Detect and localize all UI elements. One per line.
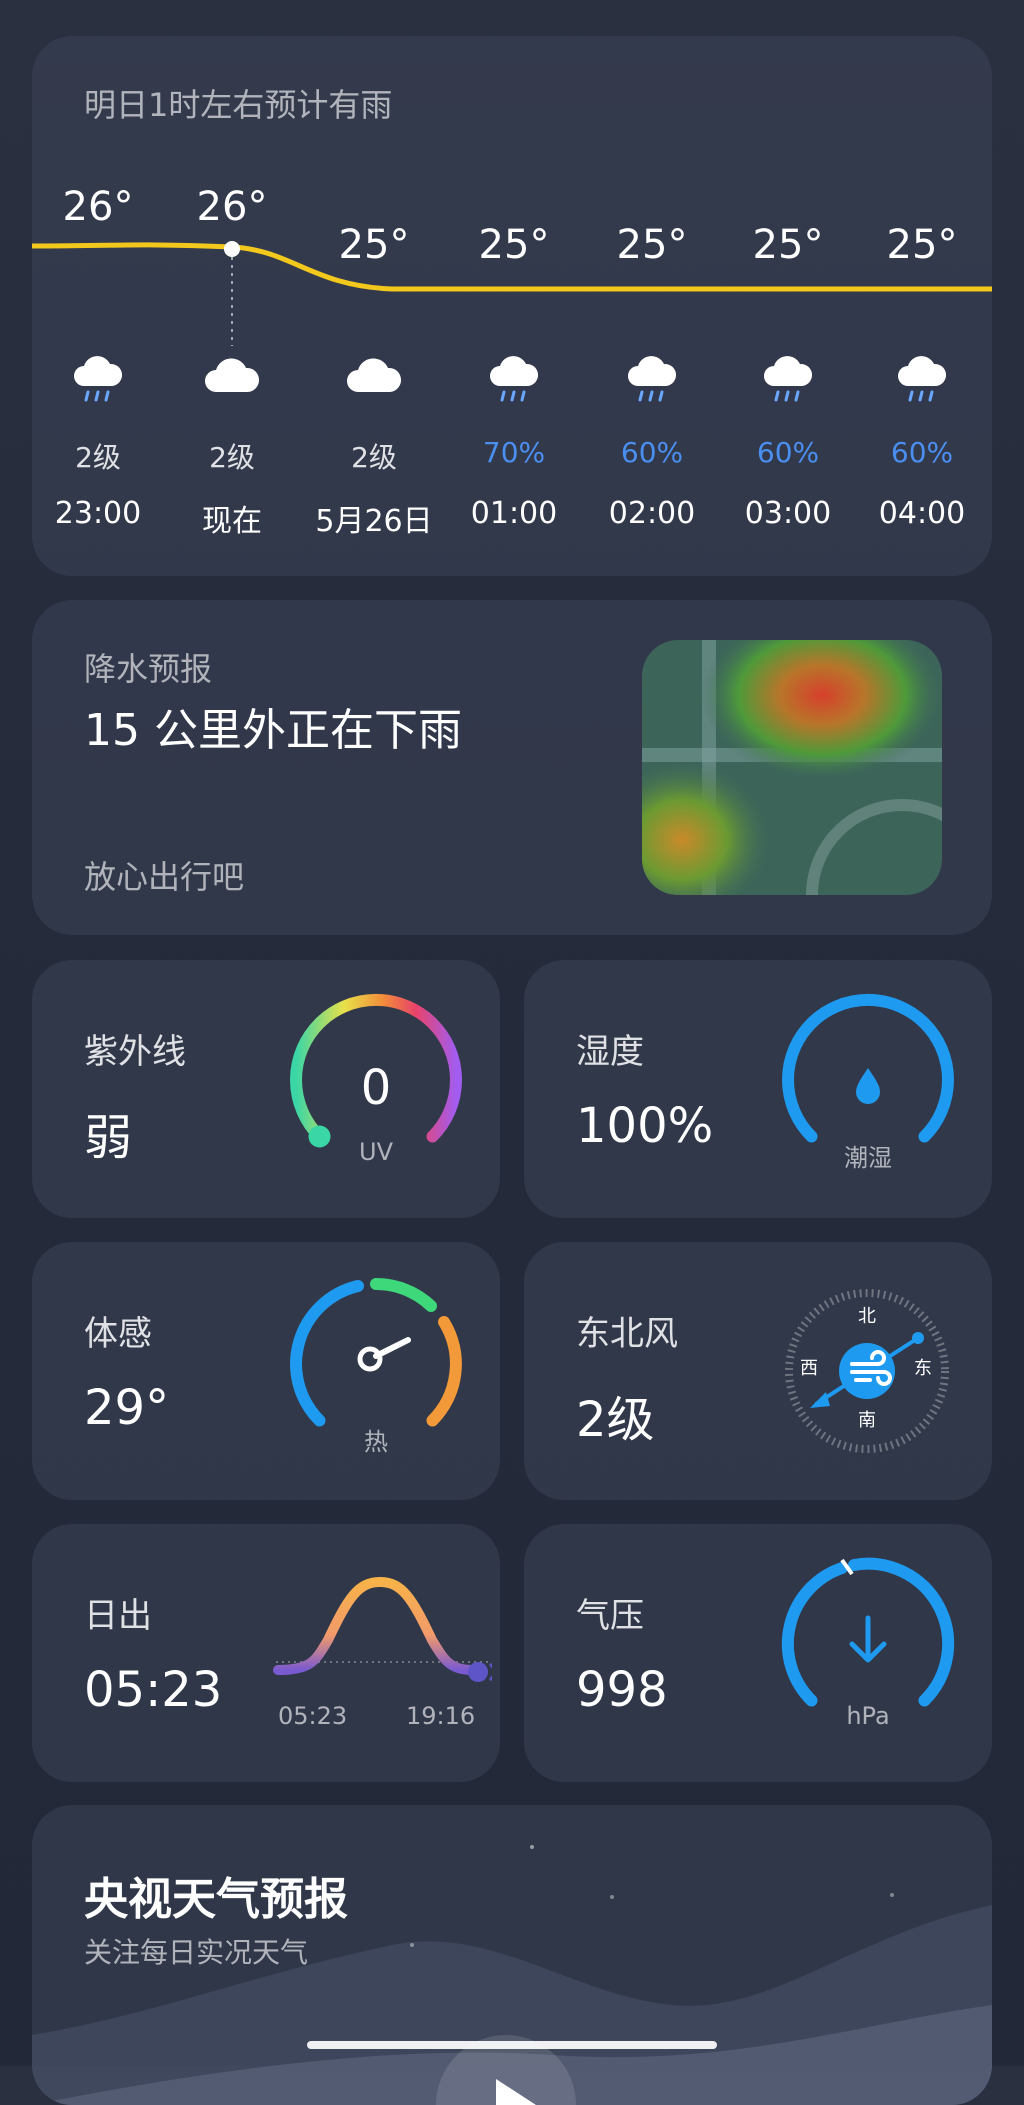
- uv-label: 紫外线: [84, 1032, 186, 1072]
- precip-headline: 15 公里外正在下雨: [84, 705, 462, 756]
- arrow-down-icon: [849, 1615, 887, 1663]
- precip-title: 降水预报: [84, 650, 213, 688]
- wind-level-value: 2级: [576, 1392, 655, 1448]
- rain-probability: 60%: [756, 436, 820, 469]
- hourly-forecast-card[interactable]: 明日1时左右预计有雨 26° 2级 23:00 26° 2级 现在 25° 2级 5月26日 25…: [32, 36, 992, 576]
- cctv-title: 央视天气预报: [84, 1874, 348, 1925]
- wind-level: 2级: [351, 441, 397, 474]
- wind-direction-label: 东北风: [576, 1314, 678, 1354]
- pressure-value: 998: [576, 1662, 668, 1718]
- radar-map-thumbnail[interactable]: [642, 640, 942, 895]
- rain-probability: 60%: [890, 436, 954, 469]
- hour-time: 02:00: [608, 496, 696, 531]
- water-drop-icon: [856, 1068, 880, 1104]
- hour-temperature: 25°: [616, 222, 688, 268]
- sunrise-value: 05:23: [84, 1662, 223, 1718]
- cloud-icon: [304, 352, 444, 408]
- uv-card[interactable]: 紫外线 弱 0 UV: [32, 960, 500, 1218]
- hour-time: 23:00: [54, 496, 142, 531]
- feels-like-desc: 热: [364, 1428, 388, 1456]
- feels-like-label: 体感: [84, 1314, 152, 1354]
- rain-probability: 70%: [482, 436, 546, 469]
- hour-temperature: 25°: [338, 222, 410, 268]
- rain-probability: 60%: [620, 436, 684, 469]
- pressure-label: 气压: [576, 1596, 644, 1636]
- humidity-card[interactable]: 湿度 100% 潮湿: [524, 960, 992, 1218]
- hour-temperature: 26°: [62, 184, 134, 230]
- hour-time: 01:00: [470, 496, 558, 531]
- hour-temperature: 25°: [886, 222, 958, 268]
- sunrise-card[interactable]: 日出 05:23 05:23 19:16: [32, 1524, 500, 1782]
- uv-value: 弱: [84, 1110, 133, 1166]
- pressure-unit: hPa: [846, 1702, 890, 1730]
- compass-east: 东: [914, 1358, 932, 1379]
- sunset-time: 19:16: [406, 1702, 476, 1730]
- wind-level: 2级: [75, 441, 121, 474]
- rain-cloud-icon: [718, 352, 858, 408]
- cctv-subtitle: 关注每日实况天气: [84, 1936, 309, 1969]
- hour-time: 03:00: [744, 496, 832, 531]
- humidity-label: 湿度: [576, 1032, 644, 1072]
- rain-cloud-icon: [852, 352, 992, 408]
- wind-card[interactable]: 东北风 2级 北 南 西 东: [524, 1242, 992, 1500]
- cloud-icon: [162, 352, 302, 408]
- rain-cloud-icon: [444, 352, 584, 408]
- rain-cloud-icon: [32, 352, 168, 408]
- compass-west: 西: [800, 1358, 818, 1379]
- sunrise-time: 05:23: [278, 1702, 348, 1730]
- precip-subtitle: 放心出行吧: [84, 858, 245, 896]
- sunrise-label: 日出: [84, 1596, 152, 1636]
- hour-time: 5月26日: [315, 504, 433, 539]
- humidity-desc: 潮湿: [844, 1144, 892, 1172]
- temperature-curve: [32, 241, 992, 346]
- hour-time: 现在: [202, 504, 262, 539]
- feels-like-value: 29°: [84, 1380, 170, 1436]
- compass-north: 北: [858, 1306, 876, 1327]
- rain-cloud-icon: [582, 352, 722, 408]
- compass-south: 南: [858, 1410, 876, 1431]
- pressure-card[interactable]: 气压 998 hPa: [524, 1524, 992, 1782]
- humidity-value: 100%: [576, 1098, 714, 1154]
- uv-index: 0: [360, 1060, 392, 1116]
- uv-unit: UV: [359, 1138, 393, 1166]
- hour-time: 04:00: [878, 496, 966, 531]
- feels-like-card[interactable]: 体感 29° 热: [32, 1242, 500, 1500]
- sun-path-chart: [273, 1576, 492, 1682]
- hour-temperature: 26°: [196, 184, 268, 230]
- hour-temperature: 25°: [752, 222, 824, 268]
- home-indicator[interactable]: [307, 2041, 717, 2049]
- hour-temperature: 25°: [478, 222, 550, 268]
- wind-level: 2级: [209, 441, 255, 474]
- cctv-forecast-card[interactable]: 央视天气预报 关注每日实况天气: [32, 1805, 992, 2105]
- precipitation-card[interactable]: 降水预报 15 公里外正在下雨 放心出行吧: [32, 600, 992, 935]
